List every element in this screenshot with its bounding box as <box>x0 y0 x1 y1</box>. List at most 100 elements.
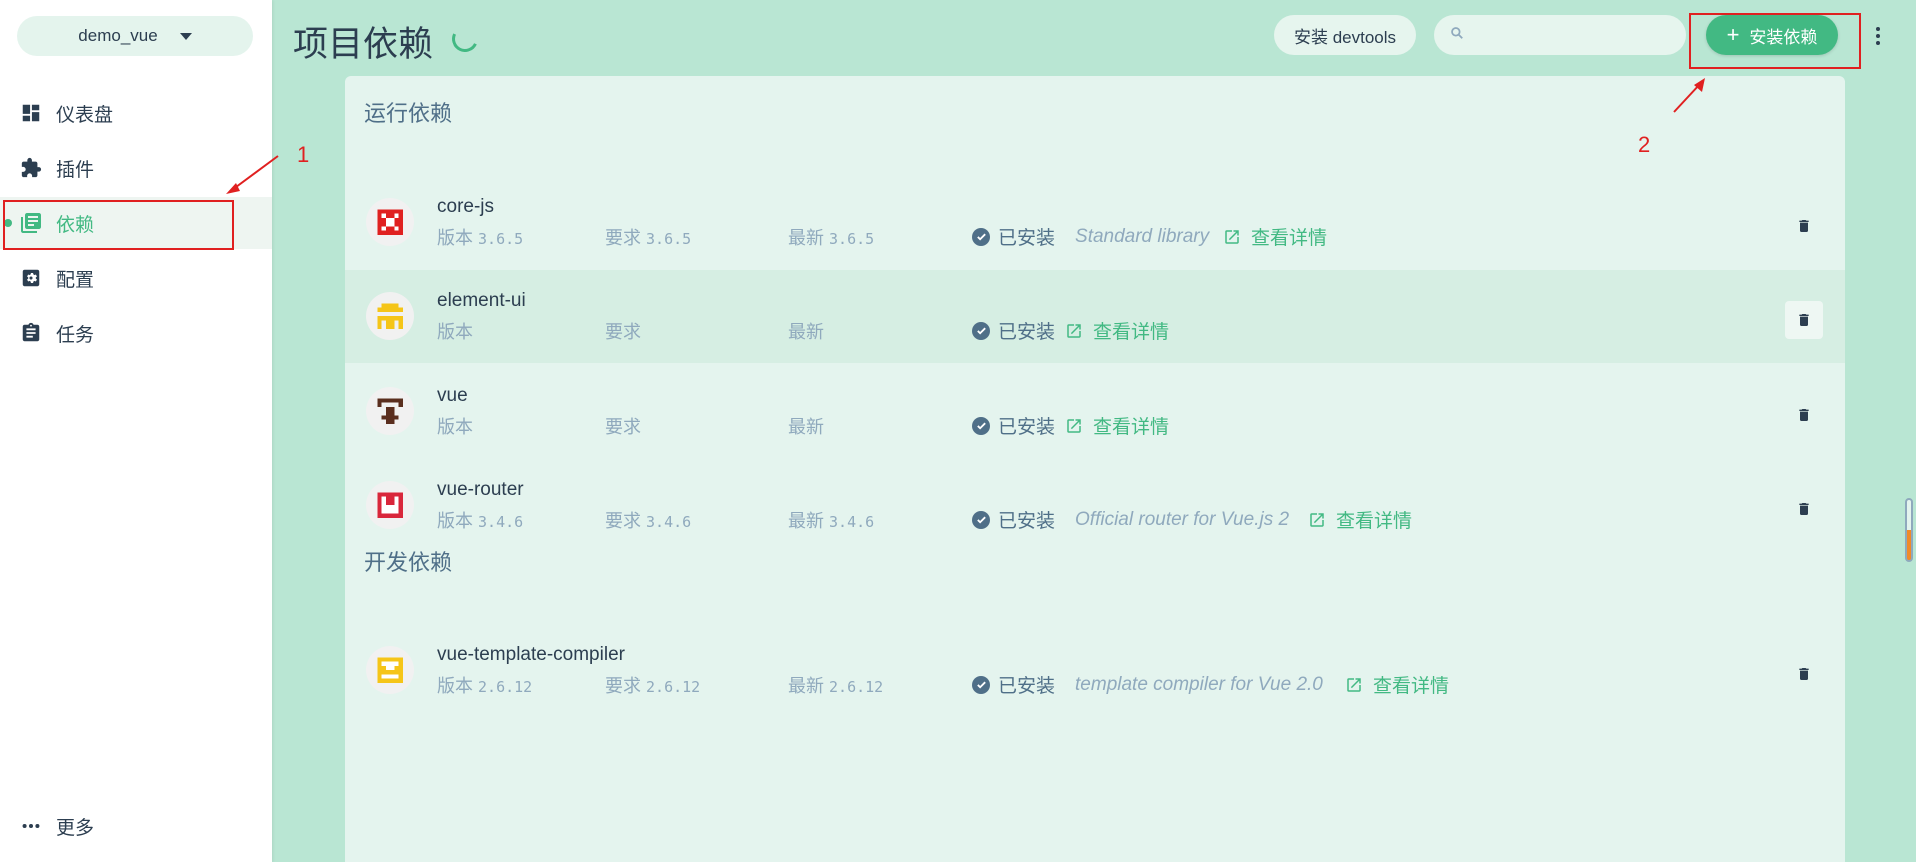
required-value: 3.6.5 <box>646 230 692 248</box>
dependency-status: 已安装 template compiler for Vue 2.0 查看详情 <box>972 671 1449 698</box>
version-label: 版本 <box>437 511 473 531</box>
nav-item-dashboard[interactable]: 仪表盘 <box>0 87 272 139</box>
latest-label: 最新 <box>788 676 824 696</box>
installed-label: 已安装 <box>998 228 1056 249</box>
project-selector[interactable]: demo_vue <box>17 16 253 56</box>
dependency-version: 版本 3.4.6 <box>437 507 523 533</box>
dependency-latest: 最新 3.6.5 <box>788 224 874 250</box>
view-details-link[interactable]: 查看详情 <box>1336 506 1412 533</box>
page-title: 项目依赖 <box>293 25 434 64</box>
vue-template-compiler-logo-icon <box>366 646 414 694</box>
more-vertical-icon[interactable] <box>1872 24 1884 48</box>
external-link-icon <box>1345 676 1363 694</box>
dependency-name: vue <box>437 385 468 406</box>
install-devtools-button[interactable]: 安装 devtools <box>1274 15 1416 55</box>
dependency-row-element-ui[interactable]: element-ui 版本 要求 最新 已安装 查看详情 <box>345 270 1845 363</box>
dependency-required: 要求 3.4.6 <box>605 507 691 533</box>
dependency-name: vue-template-compiler <box>437 644 625 665</box>
latest-label: 最新 <box>788 228 824 248</box>
caret-down-icon <box>179 32 192 40</box>
dependency-row-core-js[interactable]: core-js 版本 3.6.5 要求 3.6.5 最新 3.6.5 已安装 S… <box>345 176 1845 269</box>
dependency-row-vue[interactable]: vue 版本 要求 最新 已安装 查看详情 <box>345 365 1845 458</box>
latest-label: 最新 <box>788 322 824 342</box>
version-label: 版本 <box>437 322 473 342</box>
nav-item-more[interactable]: 更多 <box>0 800 272 852</box>
dependency-row-vue-template-compiler[interactable]: vue-template-compiler 版本 2.6.12 要求 2.6.1… <box>345 624 1845 717</box>
installed-label: 已安装 <box>998 417 1056 438</box>
latest-value: 2.6.12 <box>829 678 884 696</box>
core-js-logo-icon <box>366 198 414 246</box>
project-name: demo_vue <box>78 26 158 45</box>
dependency-description: Official router for Vue.js 2 <box>1075 508 1290 530</box>
version-value: 3.4.6 <box>478 513 524 531</box>
view-details-link[interactable]: 查看详情 <box>1093 412 1169 439</box>
dependency-description: template compiler for Vue 2.0 <box>1075 673 1323 695</box>
element-ui-logo-icon <box>366 292 414 340</box>
version-label: 版本 <box>437 417 473 437</box>
scroll-indicator[interactable] <box>1905 498 1913 562</box>
dependency-description: Standard library <box>1075 225 1210 247</box>
loading-spinner-icon <box>448 22 482 56</box>
check-circle-icon <box>972 416 990 435</box>
delete-trash-icon[interactable] <box>1785 490 1823 528</box>
version-label: 版本 <box>437 228 473 248</box>
vue-router-logo-icon <box>366 481 414 529</box>
nav-item-label: 插件 <box>56 159 95 181</box>
delete-trash-icon[interactable] <box>1785 655 1823 693</box>
external-link-icon <box>1065 322 1083 340</box>
settings-icon <box>18 265 44 291</box>
more-horizontal-icon <box>18 815 44 837</box>
nav-item-tasks[interactable]: 任务 <box>0 307 272 359</box>
search-icon <box>1450 26 1464 45</box>
nav-item-label: 仪表盘 <box>56 104 114 126</box>
dependency-latest: 最新 3.4.6 <box>788 507 874 533</box>
dependency-latest: 最新 2.6.12 <box>788 672 883 698</box>
required-label: 要求 <box>605 322 641 342</box>
nav-more-label: 更多 <box>56 817 95 839</box>
delete-trash-icon[interactable] <box>1785 207 1823 245</box>
search-box <box>1434 15 1686 55</box>
search-input[interactable] <box>1474 26 1674 44</box>
section-title-runtime: 运行依赖 <box>364 101 453 126</box>
view-details-link[interactable]: 查看详情 <box>1373 671 1449 698</box>
check-circle-icon <box>972 675 990 694</box>
latest-label: 最新 <box>788 511 824 531</box>
dependency-row-vue-router[interactable]: vue-router 版本 3.4.6 要求 3.4.6 最新 3.4.6 已安… <box>345 459 1845 552</box>
required-label: 要求 <box>605 228 641 248</box>
annotation-box-install <box>1689 13 1861 69</box>
installed-label: 已安装 <box>998 511 1056 532</box>
check-circle-icon <box>972 227 990 246</box>
dependency-version: 版本 <box>437 413 473 439</box>
installed-label: 已安装 <box>998 322 1056 343</box>
dependency-required: 要求 3.6.5 <box>605 224 691 250</box>
dashboard-icon <box>18 100 44 126</box>
dependency-version: 版本 2.6.12 <box>437 672 532 698</box>
required-value: 3.4.6 <box>646 513 692 531</box>
section-title-dev: 开发依赖 <box>364 550 453 575</box>
dependency-version: 版本 3.6.5 <box>437 224 523 250</box>
dependency-name: element-ui <box>437 290 526 311</box>
delete-trash-icon[interactable] <box>1785 301 1823 339</box>
version-value: 3.6.5 <box>478 230 524 248</box>
required-value: 2.6.12 <box>646 678 701 696</box>
external-link-icon <box>1223 228 1241 246</box>
version-label: 版本 <box>437 676 473 696</box>
puzzle-icon <box>18 155 44 181</box>
required-label: 要求 <box>605 417 641 437</box>
external-link-icon <box>1065 417 1083 435</box>
nav-item-plugins[interactable]: 插件 <box>0 142 272 194</box>
installed-label: 已安装 <box>998 676 1056 697</box>
dependency-latest: 最新 <box>788 318 824 344</box>
view-details-link[interactable]: 查看详情 <box>1251 223 1327 250</box>
dependency-required: 要求 2.6.12 <box>605 672 700 698</box>
dependency-required: 要求 <box>605 413 641 439</box>
required-label: 要求 <box>605 676 641 696</box>
dependency-name: core-js <box>437 196 495 217</box>
latest-value: 3.6.5 <box>829 230 875 248</box>
required-label: 要求 <box>605 511 641 531</box>
nav-item-label: 配置 <box>56 269 95 291</box>
view-details-link[interactable]: 查看详情 <box>1093 317 1169 344</box>
nav-item-config[interactable]: 配置 <box>0 252 272 304</box>
nav-item-label: 任务 <box>56 324 95 346</box>
delete-trash-icon[interactable] <box>1785 396 1823 434</box>
